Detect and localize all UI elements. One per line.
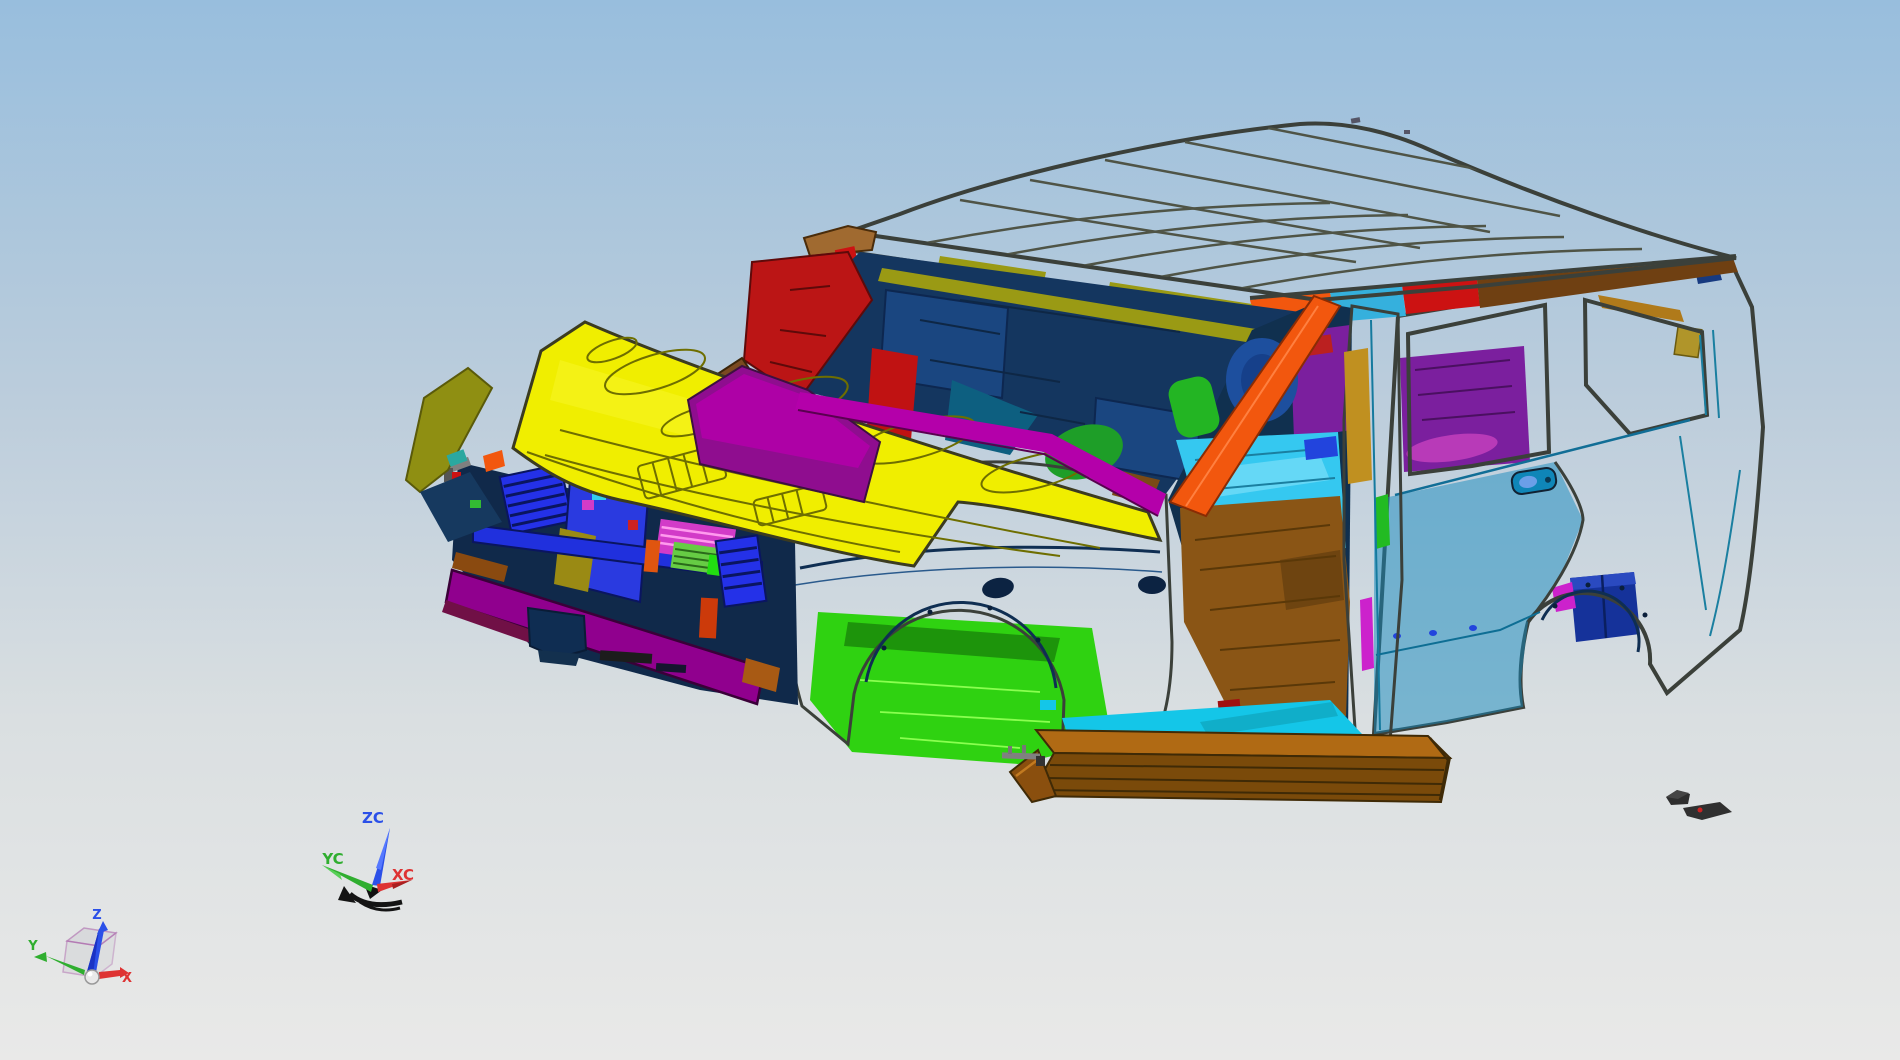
- flange-bolt: [1585, 582, 1591, 588]
- wcs-yc-label: YC: [321, 850, 343, 868]
- flange-bolt: [1619, 585, 1625, 591]
- flange-bolt: [987, 605, 993, 611]
- magenta-fleck: [582, 500, 594, 510]
- bracket-red-dot: [1697, 807, 1703, 813]
- flange-bolt: [1552, 603, 1558, 609]
- fender-opening: [1138, 576, 1166, 594]
- bracket-nub: [1022, 745, 1026, 753]
- floor-blue-bracket: [1304, 436, 1338, 460]
- bpillar-magenta-sliver: [1360, 597, 1374, 671]
- origin-sphere-highlight: [87, 971, 93, 977]
- model-scene: ZC YC XC Z Y X: [0, 0, 1900, 1060]
- flange-bolt: [881, 645, 887, 651]
- floor-cyan-fleck: [1040, 700, 1056, 710]
- cad-viewport[interactable]: ZC YC XC Z Y X: [0, 0, 1900, 1060]
- bracket-nub: [1008, 746, 1012, 754]
- origin-sphere: [84, 969, 100, 985]
- roof-antenna-stub: [1404, 130, 1410, 134]
- wcs-zc-label: ZC: [362, 809, 384, 827]
- orange-upright: [643, 539, 661, 573]
- flange-bolt: [927, 609, 933, 615]
- wcs-xc-label: XC: [392, 866, 414, 884]
- flange-bolt: [1035, 637, 1041, 643]
- orange-upright: [698, 597, 719, 639]
- bracket-tip: [1036, 756, 1045, 766]
- viewport-background: [0, 0, 1900, 1060]
- radiator-grille-right[interactable]: [714, 534, 768, 608]
- door-bolt: [1429, 630, 1437, 636]
- axis-y-label: Y: [27, 939, 38, 954]
- axis-z-label: Z: [92, 908, 101, 923]
- axis-x-label: X: [122, 971, 132, 986]
- green-fleck: [470, 500, 481, 508]
- red-fleck: [628, 520, 638, 530]
- bpillar-gold-reinforcement[interactable]: [1344, 348, 1372, 484]
- flange-bolt: [1642, 612, 1648, 618]
- door-bolt: [1469, 625, 1477, 631]
